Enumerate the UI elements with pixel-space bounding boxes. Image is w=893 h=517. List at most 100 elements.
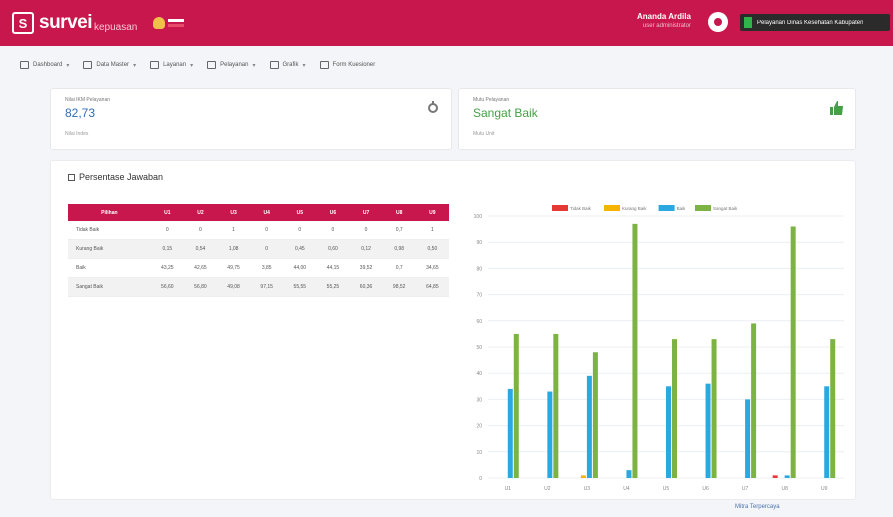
panel-title: Persentase Jawaban	[68, 172, 163, 182]
legend-label: Kurang Baik	[622, 206, 647, 211]
table-cell: 98,52	[382, 277, 416, 297]
organization-badge[interactable]: Pelayanan Dinas Kesehatan Kabupaten	[740, 14, 890, 31]
bar-baik	[666, 386, 671, 478]
bar-baik	[547, 391, 553, 478]
table-cell: 56,80	[183, 277, 217, 297]
legend-swatch	[552, 205, 568, 211]
legend-label: Baik	[677, 206, 687, 211]
table-header-cell: U7	[349, 204, 383, 221]
nav-item-layanan[interactable]: Layanan ▾	[150, 61, 193, 69]
nav-item-label: Pelayanan	[220, 62, 249, 68]
table-cell: 42,65	[183, 258, 217, 278]
bar-sangat-baik	[751, 323, 757, 478]
table-cell: 0,45	[283, 239, 317, 259]
logo-text: survei	[39, 12, 92, 33]
table-cell: 0,98	[382, 239, 416, 259]
footer-brand[interactable]: Mitra Terpercaya	[735, 504, 780, 510]
chevron-down-icon: ▾	[252, 62, 256, 69]
app-logo[interactable]: S survei kepuasan	[12, 12, 137, 34]
x-tick-label: U9	[821, 486, 828, 492]
table-cell: 0,50	[415, 239, 449, 259]
pelayanan-icon	[207, 61, 217, 69]
table-cell: 1	[415, 221, 449, 240]
user-name: Ananda Ardila	[637, 12, 691, 21]
table-cell: 0	[283, 221, 317, 240]
nav-item-grafik[interactable]: Grafik ▾	[269, 61, 306, 69]
table-cell: 0	[250, 221, 284, 240]
table-cell: 1	[217, 221, 251, 240]
organization-name: Pelayanan Dinas Kesehatan Kabupaten	[757, 19, 864, 26]
nav-item-data-master[interactable]: Data Master ▾	[83, 61, 136, 69]
table-header-cell: U3	[217, 204, 251, 221]
x-tick-label: U3	[584, 486, 591, 492]
y-tick-label: 70	[476, 293, 482, 299]
ikm-value: 82,73	[65, 106, 96, 120]
legend-label: Tidak Baik	[570, 206, 592, 211]
bar-tidak-baik	[772, 475, 778, 478]
mutu-caption: Mutu Unit	[473, 131, 495, 137]
nav-item-dashboard[interactable]: Dashboard ▾	[20, 61, 69, 69]
bar-sangat-baik	[553, 333, 559, 478]
nav-item-form-kuesioner[interactable]: Form Kuesioner	[319, 61, 375, 69]
table-cell: 44,00	[283, 258, 317, 278]
chevron-down-icon: ▾	[66, 62, 70, 69]
bar-baik	[586, 375, 592, 478]
table-cell: 0,7	[382, 221, 416, 240]
bar-sangat-baik	[592, 352, 598, 478]
table-cell: 0	[250, 239, 284, 259]
nav-item-label: Data Master	[96, 62, 130, 68]
table-cell: 39,52	[349, 258, 383, 278]
legend-swatch	[695, 205, 711, 211]
table-cell: 3,85	[250, 258, 284, 278]
mutu-label: Mutu Pelayanan	[473, 97, 510, 103]
user-role: user administrator	[642, 23, 691, 29]
answer-table: Pilihan U1 U2 U3 U4 U5 U6 U7 U8 U9 Tidak Baik 0 0 1 0…	[68, 204, 449, 297]
nav-item-label: Grafik	[282, 62, 299, 68]
x-tick-label: U6	[702, 486, 709, 492]
bar-sangat-baik	[513, 333, 519, 478]
mutu-card: Mutu Pelayanan Sangat Baik Mutu Unit	[458, 88, 856, 150]
y-tick-label: 40	[476, 371, 482, 377]
main-navigation: Dashboard ▾ Data Master ▾ Layanan ▾ Pelayanan ▾…	[0, 52, 893, 78]
table-header-cell: U9	[415, 204, 449, 221]
table-cell: 0,12	[349, 239, 383, 259]
bar-baik	[784, 475, 790, 478]
grafik-icon	[269, 61, 279, 69]
layanan-icon	[150, 61, 160, 69]
table-cell: 0	[316, 221, 350, 240]
x-tick-label: U2	[544, 486, 551, 492]
table-row: Baik 43,25 42,65 49,75 3,85 44,00 44,15 39,52 0,…	[68, 258, 449, 278]
y-tick-label: 30	[476, 397, 482, 403]
y-tick-label: 20	[476, 424, 482, 430]
table-header-cell: U2	[183, 204, 217, 221]
bar-sangat-baik	[790, 226, 796, 478]
table-cell: 34,65	[415, 258, 449, 278]
row-label: Sangat Baik	[68, 277, 151, 297]
chart-icon	[427, 101, 439, 118]
y-tick-label: 0	[479, 476, 482, 482]
ikm-caption: Nilai Index	[65, 131, 89, 137]
row-label: Kurang Baik	[68, 239, 151, 259]
nav-item-pelayanan[interactable]: Pelayanan ▾	[207, 61, 256, 69]
bar-sangat-baik	[830, 339, 836, 478]
table-cell: 60,36	[349, 277, 383, 297]
table-header-cell: Pilihan	[68, 204, 151, 221]
table-header-cell: U1	[150, 204, 184, 221]
nav-item-label: Dashboard	[33, 62, 63, 68]
table-cell: 64,85	[415, 277, 449, 297]
bar-baik	[824, 386, 830, 478]
panel-title-text: Persentase Jawaban	[79, 172, 164, 182]
chevron-down-icon: ▾	[302, 62, 306, 69]
table-cell: 0	[183, 221, 217, 240]
chart-svg: 0 10 20 30 40 50 60 70 80 90 100 U1 U2 U3 U4 U5 U6 U7 U8 U9…	[474, 205, 844, 492]
legend-label: Sangat Baik	[713, 206, 738, 211]
bar-kurang-baik	[580, 475, 586, 478]
avatar[interactable]	[708, 12, 728, 32]
table-cell: 43,25	[150, 258, 184, 278]
user-info[interactable]: Ananda Ardila user administrator	[637, 12, 691, 29]
table-cell: 1,08	[217, 239, 251, 259]
table-header-cell: U8	[382, 204, 416, 221]
thumb-icon	[830, 101, 843, 118]
table-cell: 49,08	[217, 277, 251, 297]
x-tick-label: U4	[623, 486, 630, 492]
